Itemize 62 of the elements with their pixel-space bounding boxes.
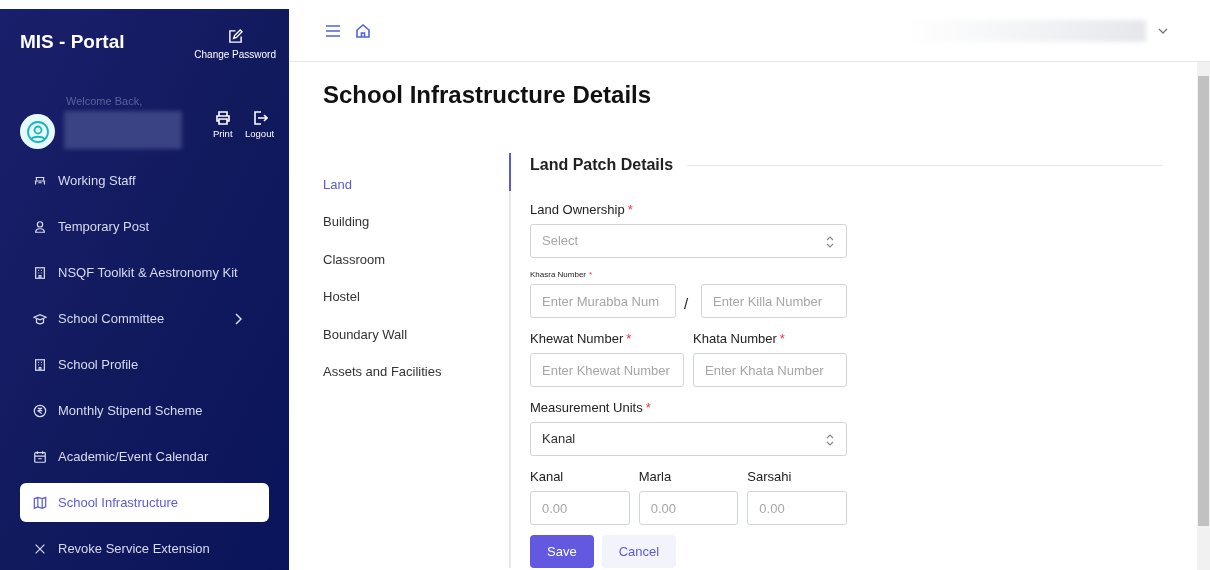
required-mark: * [626,331,632,347]
save-button[interactable]: Save [530,535,594,568]
murabba-number-field[interactable]: Enter Murabba Num [530,284,676,318]
edit-icon [227,29,243,44]
sidebar-item[interactable]: School Committee [20,299,269,338]
print-button[interactable]: Print [213,110,233,139]
change-password-button[interactable]: Change Password [194,29,276,61]
scrollbar[interactable] [1197,62,1210,570]
area-field[interactable]: 0.00 [530,491,630,525]
sidebar-item[interactable]: Monthly Stipend Scheme [20,391,269,430]
sidebar-item[interactable]: Temporary Post [20,207,269,246]
page-title: School Infrastructure Details [323,80,653,110]
required-mark: * [645,400,651,416]
field-label: Marla [638,469,673,485]
khewat-number-field[interactable]: Enter Khewat Number [530,353,684,387]
sidebar-item[interactable]: School Profile [20,345,269,384]
field-label: Khata Number [693,331,777,347]
menu-icon[interactable] [325,23,341,38]
khata-number-field[interactable]: Enter Khata Number [693,353,847,387]
select-arrows-icon [826,434,834,446]
sidebar-item[interactable]: Working Staff [20,161,269,200]
sidebar-item[interactable]: School Infrastructure [20,483,269,522]
field-label: Land Ownership [530,202,625,218]
calendar-icon [33,449,47,464]
required-mark: * [627,202,633,218]
chevron-down-icon [1158,27,1168,34]
select-arrows-icon [826,236,834,248]
field-label: Kanal [530,469,565,485]
portal-title: MIS - Portal [20,30,125,54]
section-tab[interactable]: Assets and Facilities [323,353,509,391]
section-tab[interactable]: Classroom [323,241,509,279]
killa-number-field[interactable]: Enter Killa Number [701,284,847,318]
cancel-button[interactable]: Cancel [601,535,677,568]
separator: / [684,293,690,314]
map-icon [33,495,47,510]
sidebar-item[interactable]: Academic/Event Calendar [20,437,269,476]
field-label: Sarsahi [747,469,793,485]
welcome-text: Welcome Back, [66,94,143,109]
required-mark: * [779,331,785,347]
rupee-icon [33,403,47,418]
person-icon [33,219,47,234]
home-icon[interactable] [355,22,371,39]
area-field[interactable]: 0.00 [747,491,847,525]
field-label: Measurement Units [530,400,643,416]
section-tab[interactable]: Boundary Wall [323,316,509,354]
required-mark: * [589,270,593,280]
measurement-units-select[interactable]: Kanal [530,422,847,456]
section-tab[interactable]: Hostel [323,278,509,316]
building-icon [33,265,47,280]
field-label: Khewat Number [530,331,624,347]
sidebar-item[interactable]: NSQF Toolkit & Aestronomy Kit [20,253,269,292]
logout-icon [251,110,268,126]
area-field[interactable]: 0.00 [638,491,739,525]
field-label: Khasra Number [530,270,587,280]
sidebar-item[interactable]: Revoke Service Extension [20,529,269,568]
section-heading: Land Patch Details [530,155,674,175]
logout-button[interactable]: Logout [245,110,275,139]
section-tab[interactable]: Building [323,203,509,241]
graduation-cap-icon [33,311,47,326]
printer-icon [214,110,231,126]
section-tab[interactable]: Land [323,166,509,204]
building-icon [33,357,47,372]
